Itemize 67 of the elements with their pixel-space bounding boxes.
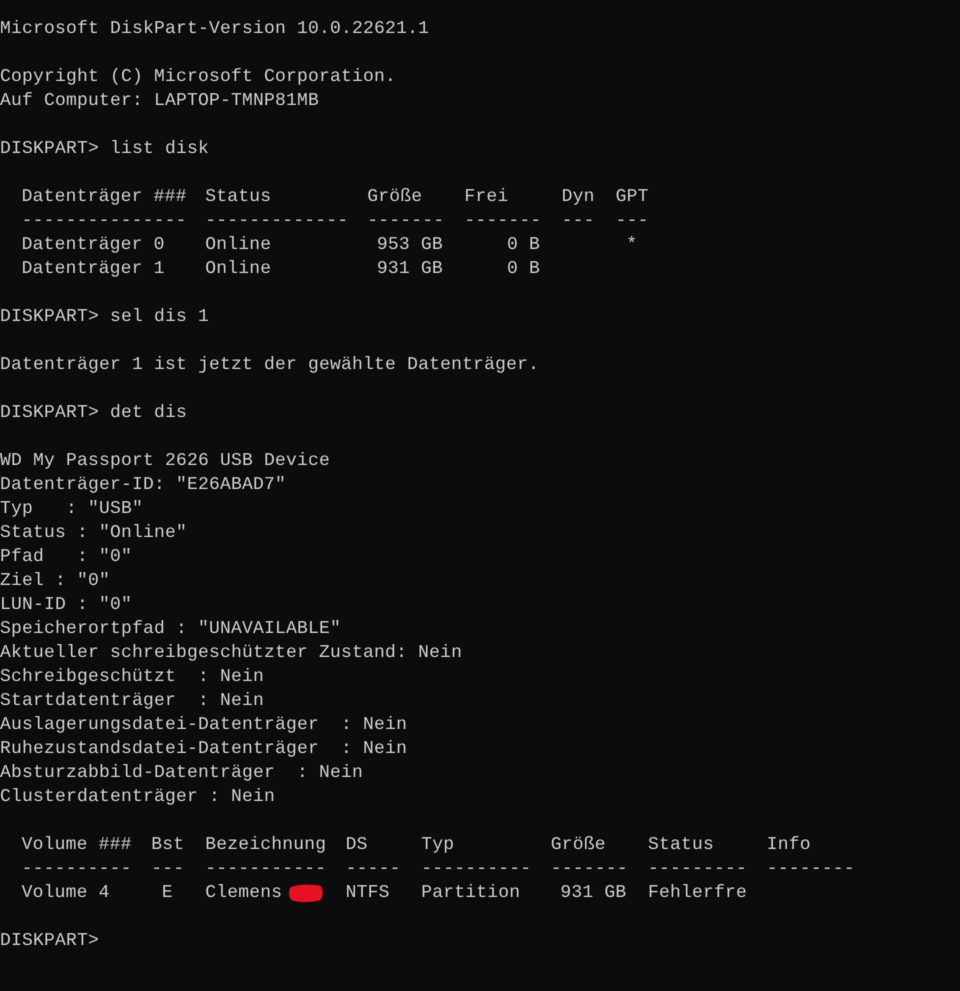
table-cell-text: Clemens (205, 882, 282, 905)
column-rule: ------- (550, 858, 626, 881)
column-rule: ---------- (421, 858, 530, 881)
output-line: Auslagerungsdatei-Datenträger : Nein (0, 715, 408, 735)
table-cell-text: 931 GB (560, 882, 626, 905)
command-line: DISKPART> det dis (0, 403, 188, 423)
table-cell-text: Online (205, 234, 272, 257)
table-cell-text: 931 GB (376, 258, 443, 281)
table-cell-text: 0 B (507, 258, 540, 281)
output-line: LUN-ID : "0" (0, 595, 132, 615)
table-cell-text: Fehlerfre (648, 882, 748, 905)
table-cell-text: 953 GB (376, 234, 443, 257)
column-rule: --- (151, 858, 184, 881)
column-header: Dyn (562, 186, 594, 209)
output-line: Absturzabbild-Datenträger : Nein (0, 763, 364, 783)
output-line: Copyright (C) Microsoft Corporation. (0, 67, 396, 87)
column-header: GPT (616, 186, 648, 209)
column-header: Datenträger ### (22, 186, 184, 209)
table-cell-text: Datenträger 1 (22, 258, 165, 281)
column-rule: --------- (648, 858, 746, 881)
column-header: Frei (464, 186, 510, 209)
output-line: WD My Passport 2626 USB Device (0, 451, 330, 471)
column-rule: --------------- (22, 210, 184, 233)
column-rule: ------- (367, 210, 443, 233)
column-header: Bst (151, 834, 184, 857)
output-line: Speicherortpfad : "UNAVAILABLE" (0, 619, 342, 639)
column-rule: ---------- (22, 858, 130, 881)
output-line: Auf Computer: LAPTOP-TMNP81MB (0, 91, 320, 111)
command-line: DISKPART> sel dis 1 (0, 307, 210, 327)
command-line: DISKPART> (0, 931, 100, 951)
output-line: Startdatenträger : Nein (0, 691, 264, 711)
column-header: Typ (421, 834, 456, 857)
column-rule: ----------- (205, 858, 324, 881)
table-cell-text: Partition (421, 882, 520, 905)
column-header: Info (766, 834, 812, 857)
output-line: Typ : "USB" (0, 499, 144, 519)
table-cell-text: Online (205, 258, 272, 281)
output-line: Aktueller schreibgeschützter Zustand: Nein (0, 643, 462, 663)
column-rule: -------- (766, 858, 854, 881)
column-header: Bezeichnung (205, 834, 324, 857)
table-cell-text: Volume 4 (22, 882, 110, 905)
column-rule: ----- (346, 858, 400, 881)
column-header: Größe (367, 186, 424, 209)
column-rule: ------- (464, 210, 540, 233)
table-cell-text: 0 B (507, 234, 540, 257)
output-line: Schreibgeschützt : Nein (0, 667, 264, 687)
table-cell-text: NTFS (346, 882, 390, 905)
table-cell-text: E (162, 882, 173, 905)
table-cell-text: * (626, 234, 638, 257)
column-header: Status (205, 186, 272, 209)
column-header: Größe (550, 834, 607, 857)
column-rule: ------------- (205, 210, 346, 233)
command-line: DISKPART> list disk (0, 139, 210, 159)
output-line: Status : "Online" (0, 523, 188, 543)
column-header: DS (346, 834, 369, 857)
column-header: Volume ### (22, 834, 130, 857)
output-line: Datenträger 1 ist jetzt der gewählte Datenträger. (0, 355, 540, 375)
output-line: Pfad : "0" (0, 547, 132, 567)
output-line: Datenträger-ID: "E26ABAD7" (0, 475, 286, 495)
output-line: Clusterdatenträger : Nein (0, 787, 276, 807)
column-header: Status (648, 834, 716, 857)
output-line: Ruhezustandsdatei-Datenträger : Nein (0, 739, 408, 759)
column-rule: --- (562, 210, 594, 233)
column-rule: --- (616, 210, 648, 233)
output-line: Ziel : "0" (0, 571, 110, 591)
table-cell-text: Datenträger 0 (22, 234, 165, 257)
output-line: Microsoft DiskPart-Version 10.0.22621.1 (0, 19, 430, 39)
